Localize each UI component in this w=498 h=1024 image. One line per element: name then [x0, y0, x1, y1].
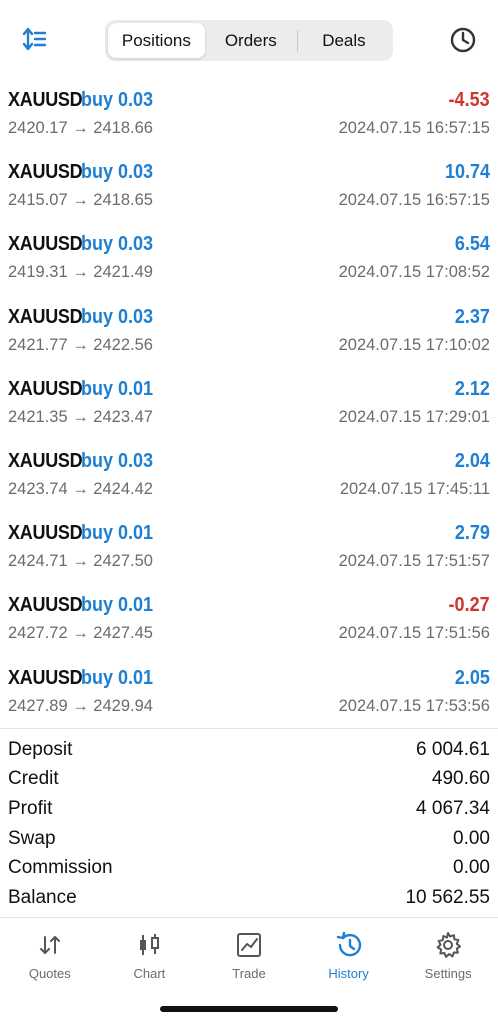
top-bar: Positions Orders Deals: [0, 0, 498, 82]
candlestick-icon: [140, 934, 160, 955]
history-icon: [336, 931, 361, 957]
profit-value: 2.12: [454, 377, 490, 400]
summary-value: 6 004.61: [416, 738, 490, 760]
symbol: XAUUSD: [8, 161, 83, 184]
tab-deals[interactable]: Deals: [298, 23, 390, 58]
tab-label: Trade: [232, 966, 266, 981]
list-item[interactable]: XAUUSD buy 0.01 2.79 2424.71 → 2427.50 202…: [0, 517, 498, 589]
trade-side: buy 0.01: [81, 522, 154, 545]
tab-chart[interactable]: Chart: [100, 918, 200, 988]
summary-value: 490.60: [431, 768, 490, 790]
symbol: XAUUSD: [8, 305, 83, 328]
profit-value: 2.79: [454, 522, 490, 545]
timestamp: 2024.07.15 16:57:15: [338, 191, 490, 210]
home-indicator[interactable]: [160, 1006, 338, 1012]
trade-side: buy 0.03: [81, 233, 154, 256]
tab-positions[interactable]: Positions: [108, 23, 205, 58]
timestamp: 2024.07.15 17:08:52: [338, 263, 490, 282]
summary-row-profit: Profit 4 067.34: [8, 794, 490, 824]
timestamp: 2024.07.15 17:10:02: [338, 335, 490, 354]
summary-label: Deposit: [8, 738, 73, 760]
summary-value: 0.00: [453, 857, 490, 879]
timestamp: 2024.07.15 17:51:56: [338, 624, 490, 643]
list-item[interactable]: XAUUSD buy 0.03 -4.53 2420.17 → 2418.66 20…: [0, 84, 498, 156]
list-divider: [0, 728, 498, 729]
price-range: 2421.35 → 2423.47: [8, 407, 153, 426]
positions-list: XAUUSD buy 0.03 -4.53 2420.17 → 2418.66 20…: [0, 84, 498, 734]
list-item[interactable]: XAUUSD buy 0.01 2.12 2421.35 → 2423.47 202…: [0, 373, 498, 445]
trade-side: buy 0.01: [81, 666, 154, 689]
symbol: XAUUSD: [8, 666, 83, 689]
price-range: 2421.77 → 2422.56: [8, 335, 153, 354]
summary-row-swap: Swap 0.00: [8, 824, 490, 854]
tab-trade[interactable]: Trade: [199, 918, 299, 988]
history-segmented-control: Positions Orders Deals: [105, 20, 393, 61]
quotes-icon: [39, 936, 60, 954]
list-item[interactable]: XAUUSD buy 0.03 10.74 2415.07 → 2418.65 20…: [0, 156, 498, 228]
timestamp: 2024.07.15 17:51:57: [338, 552, 490, 571]
clock-icon[interactable]: [448, 25, 478, 55]
tab-settings[interactable]: Settings: [398, 918, 498, 988]
trade-side: buy 0.01: [81, 377, 154, 400]
profit-value: 2.04: [454, 449, 490, 472]
summary-row-balance: Balance 10 562.55: [8, 883, 490, 913]
price-range: 2423.74 → 2424.42: [8, 479, 153, 498]
list-item[interactable]: XAUUSD buy 0.03 2.04 2423.74 → 2424.42 202…: [0, 445, 498, 517]
summary-label: Profit: [8, 797, 53, 819]
summary-label: Credit: [8, 768, 59, 790]
tab-label: Settings: [424, 966, 472, 981]
price-range: 2415.07 → 2418.65: [8, 191, 153, 210]
price-range: 2424.71 → 2427.50: [8, 552, 153, 571]
timestamp: 2024.07.15 17:53:56: [338, 696, 490, 715]
symbol: XAUUSD: [8, 594, 83, 617]
summary-label: Commission: [8, 857, 113, 879]
list-item[interactable]: XAUUSD buy 0.03 6.54 2419.31 → 2421.49 202…: [0, 228, 498, 300]
trade-side: buy 0.03: [81, 449, 154, 472]
timestamp: 2024.07.15 17:29:01: [338, 407, 490, 426]
bottom-tab-bar: Quotes Chart Trade History Settings: [0, 918, 498, 988]
summary-value: 10 562.55: [405, 886, 490, 908]
list-item[interactable]: XAUUSD buy 0.03 2.37 2421.77 → 2422.56 202…: [0, 301, 498, 373]
timestamp: 2024.07.15 17:45:11: [339, 479, 490, 498]
trade-chart-icon: [236, 933, 261, 957]
tab-history[interactable]: History: [299, 918, 399, 988]
summary-row-commission: Commission 0.00: [8, 853, 490, 883]
profit-value: 2.37: [454, 305, 490, 328]
trade-side: buy 0.03: [81, 161, 154, 184]
list-item[interactable]: XAUUSD buy 0.01 -0.27 2427.72 → 2427.45 20…: [0, 589, 498, 661]
trade-side: buy 0.03: [81, 89, 154, 111]
profit-value: -4.53: [448, 89, 490, 111]
profit-value: 6.54: [454, 233, 490, 256]
tab-orders[interactable]: Orders: [205, 23, 297, 58]
tab-label: Quotes: [28, 966, 71, 981]
tab-quotes[interactable]: Quotes: [0, 918, 100, 988]
summary-row-deposit: Deposit 6 004.61: [8, 735, 490, 765]
price-range: 2419.31 → 2421.49: [8, 263, 153, 282]
profit-value: -0.27: [448, 594, 490, 617]
sort-icon[interactable]: [20, 24, 50, 54]
gear-icon: [436, 932, 462, 958]
summary-label: Swap: [8, 827, 56, 849]
symbol: XAUUSD: [8, 449, 83, 472]
summary-value: 4 067.34: [416, 797, 490, 819]
summary-label: Balance: [8, 886, 77, 908]
symbol: XAUUSD: [8, 522, 83, 545]
profit-value: 10.74: [444, 161, 490, 184]
summary-value: 0.00: [453, 827, 490, 849]
summary-row-credit: Credit 490.60: [8, 765, 490, 795]
account-summary: Deposit 6 004.61 Credit 490.60 Profit 4 067…: [8, 735, 490, 913]
symbol: XAUUSD: [8, 377, 83, 400]
symbol: XAUUSD: [8, 89, 83, 111]
profit-value: 2.05: [454, 666, 490, 689]
trade-side: buy 0.01: [81, 594, 154, 617]
tab-label: History: [328, 966, 369, 981]
price-range: 2427.72 → 2427.45: [8, 624, 153, 643]
trade-side: buy 0.03: [81, 305, 154, 328]
timestamp: 2024.07.15 16:57:15: [338, 119, 490, 137]
tab-label: Chart: [133, 966, 166, 981]
price-range: 2427.89 → 2429.94: [8, 696, 153, 715]
symbol: XAUUSD: [8, 233, 83, 256]
price-range: 2420.17 → 2418.66: [8, 119, 153, 137]
list-item[interactable]: XAUUSD buy 0.01 2.05 2427.89 → 2429.94 202…: [0, 662, 498, 734]
